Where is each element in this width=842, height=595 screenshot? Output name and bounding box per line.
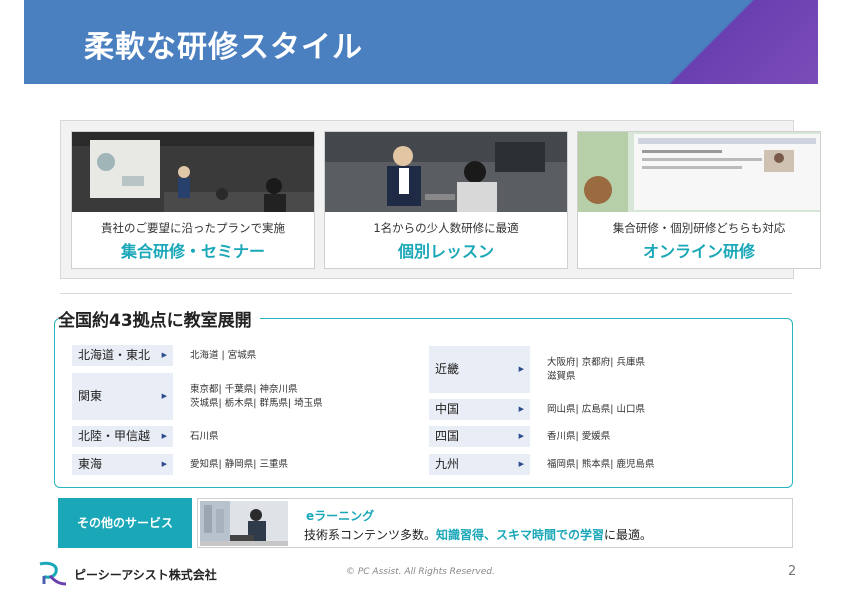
- region-label: 中国: [435, 402, 460, 416]
- seminar-photo: [72, 132, 314, 212]
- prefecture-list: 北海道 | 宮城県: [190, 349, 256, 363]
- region-label: 北陸・甲信越: [78, 429, 151, 443]
- prefecture-list: 大阪府| 京都府| 兵庫県 滋賀県: [547, 356, 645, 384]
- style-subtitle: 集合研修・個別研修どちらも対応: [612, 221, 786, 235]
- prefecture-list: 香川県| 愛媛県: [547, 430, 610, 444]
- style-subtitle: 貴社のご要望に沿ったプランで実施: [101, 221, 285, 235]
- prefecture-line: 滋賀県: [547, 371, 576, 382]
- service-desc-text: に最適。: [604, 528, 653, 542]
- page-number: 2: [788, 564, 797, 579]
- prefecture-line: 愛知県| 静岡県| 三重県: [190, 459, 288, 470]
- triangle-right-icon: ▶: [518, 365, 524, 373]
- style-title: 個別レッスン: [397, 242, 494, 261]
- online-training-photo: [578, 132, 820, 212]
- region-tokai[interactable]: 東海 ▶: [72, 454, 173, 475]
- prefecture-list: 福岡県| 熊本県| 鹿児島県: [547, 458, 654, 472]
- region-label: 関東: [78, 389, 103, 403]
- triangle-right-icon: ▶: [161, 351, 167, 359]
- region-label: 四国: [435, 429, 460, 443]
- prefecture-list: 岡山県| 広島県| 山口県: [547, 403, 645, 417]
- triangle-right-icon: ▶: [161, 432, 167, 440]
- copyright: © PC Assist. All Rights Reserved.: [346, 567, 495, 577]
- private-lesson-photo: [325, 132, 567, 212]
- region-kyushu[interactable]: 九州 ▶: [429, 454, 530, 475]
- section-divider: [60, 293, 792, 294]
- region-label: 東海: [78, 457, 103, 471]
- triangle-right-icon: ▶: [161, 392, 167, 400]
- triangle-right-icon: ▶: [518, 432, 524, 440]
- region-shikoku[interactable]: 四国 ▶: [429, 426, 530, 447]
- header-banner: 柔軟な研修スタイル: [24, 0, 818, 84]
- service-name: eラーニング: [306, 509, 375, 523]
- prefecture-line: 香川県| 愛媛県: [547, 431, 611, 442]
- triangle-right-icon: ▶: [161, 460, 167, 468]
- style-title: 集合研修・セミナー: [120, 242, 265, 261]
- triangle-right-icon: ▶: [518, 460, 524, 468]
- service-desc-highlight: 知識習得、スキマ時間での学習: [436, 528, 605, 542]
- service-desc-text: 技術系コンテンツ多数。: [304, 528, 437, 542]
- prefecture-list: 石川県: [190, 430, 219, 444]
- elearning-photo: [200, 501, 288, 546]
- style-card-seminar: 貴社のご要望に沿ったプランで実施 集合研修・セミナー: [71, 131, 315, 269]
- region-chugoku[interactable]: 中国 ▶: [429, 399, 530, 420]
- locations-title: 全国約43拠点に教室展開: [58, 306, 260, 331]
- service-description: 技術系コンテンツ多数。知識習得、スキマ時間での学習に最適。: [304, 526, 652, 543]
- training-styles-panel: 貴社のご要望に沿ったプランで実施 集合研修・セミナー 1名からの少人数研修に最適…: [60, 120, 821, 279]
- style-title: オンライン研修: [642, 242, 755, 261]
- style-subtitle: 1名からの少人数研修に最適: [373, 221, 519, 235]
- triangle-right-icon: ▶: [518, 405, 524, 413]
- prefecture-line: 茨城県| 栃木県| 群馬県| 埼玉県: [190, 398, 323, 409]
- region-label: 近畿: [435, 362, 460, 376]
- region-hokuriku-koshinetsu[interactable]: 北陸・甲信越 ▶: [72, 426, 173, 447]
- region-hokkaido-tohoku[interactable]: 北海道・東北 ▶: [72, 345, 173, 366]
- prefecture-list: 愛知県| 静岡県| 三重県: [190, 458, 288, 472]
- region-label: 北海道・東北: [78, 348, 151, 362]
- prefecture-line: 大阪府| 京都府| 兵庫県: [547, 357, 645, 368]
- prefecture-line: 北海道 | 宮城県: [190, 350, 257, 361]
- style-card-private-lesson: 1名からの少人数研修に最適 個別レッスン: [324, 131, 568, 269]
- prefecture-line: 岡山県| 広島県| 山口県: [547, 404, 645, 415]
- prefecture-line: 福岡県| 熊本県| 鹿児島県: [547, 459, 655, 470]
- region-kanto[interactable]: 関東 ▶: [72, 373, 173, 420]
- banner-accent: [608, 0, 818, 84]
- region-label: 九州: [435, 457, 460, 471]
- region-kinki[interactable]: 近畿 ▶: [429, 346, 530, 393]
- prefecture-list: 東京都| 千葉県| 神奈川県 茨城県| 栃木県| 群馬県| 埼玉県: [190, 383, 323, 411]
- elearning-service-card[interactable]: eラーニング 技術系コンテンツ多数。知識習得、スキマ時間での学習に最適。: [197, 498, 793, 548]
- page-title: 柔軟な研修スタイル: [84, 30, 363, 65]
- company-logo-icon: [36, 560, 70, 588]
- other-services-label: その他のサービス: [58, 498, 192, 548]
- style-card-online: 集合研修・個別研修どちらも対応 オンライン研修: [577, 131, 821, 269]
- prefecture-line: 石川県: [190, 431, 219, 442]
- company-name: ピーシーアシスト株式会社: [74, 568, 217, 582]
- prefecture-line: 東京都| 千葉県| 神奈川県: [190, 384, 298, 395]
